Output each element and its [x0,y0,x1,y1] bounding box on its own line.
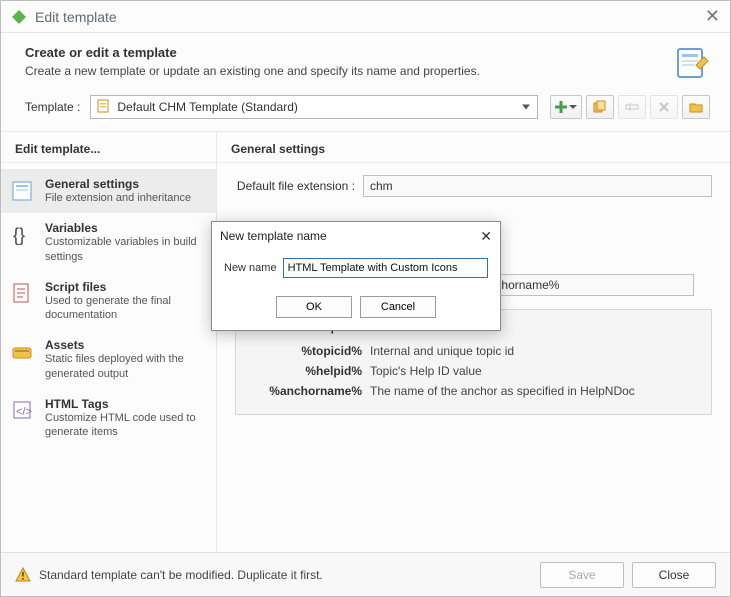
duplicate-template-button[interactable] [586,95,614,119]
dialog-close-button[interactable]: ✕ [480,228,492,245]
default-ext-input[interactable] [363,175,712,197]
titlebar: Edit template ✕ [1,1,730,33]
sub-row: %topicid% Internal and unique topic id [250,344,697,358]
window-close-button[interactable]: ✕ [705,6,720,27]
settings-icon [11,179,35,203]
assets-icon [11,340,35,364]
template-selector-row: Template : Default CHM Template (Standar… [1,95,730,131]
sidebar-item-scripts[interactable]: Script files Used to generate the final … [1,272,216,331]
header-subtitle: Create a new template or update an exist… [25,64,674,78]
save-button: Save [540,562,624,588]
sidebar-item-desc: Customize HTML code used to generate ite… [45,411,206,440]
sidebar-item-desc: Customizable variables in build settings [45,235,206,264]
sidebar-list: General settings File extension and inhe… [1,163,216,454]
dialog-ok-button[interactable]: OK [276,296,352,318]
close-button[interactable]: Close [632,562,716,588]
new-template-name-dialog: New template name ✕ New name OK Cancel [211,221,501,331]
footer: Standard template can't be modified. Dup… [1,552,730,596]
html-tags-icon: </> [11,399,35,423]
script-icon [11,282,35,306]
sub-key: %anchorname% [250,384,370,398]
template-toolbar [550,95,710,119]
sidebar-item-general[interactable]: General settings File extension and inhe… [1,169,216,213]
sidebar-item-variables[interactable]: {} Variables Customizable variables in b… [1,213,216,272]
braces-icon: {} [11,223,35,247]
template-file-icon [97,99,111,116]
dialog-titlebar: New template name ✕ [212,222,500,250]
open-folder-button[interactable] [682,95,710,119]
rename-template-button [618,95,646,119]
sub-val: The name of the anchor as specified in H… [370,384,697,398]
edit-template-window: Edit template ✕ Create or edit a templat… [0,0,731,597]
footer-warning: Standard template can't be modified. Dup… [39,568,532,582]
sidebar-heading: Edit template... [1,132,216,163]
sidebar-item-desc: File extension and inheritance [45,191,191,205]
main-panel: General settings Default file extension … [217,132,730,552]
window-title: Edit template [35,9,705,25]
template-edit-icon [674,45,710,81]
svg-text:</>: </> [16,406,32,418]
sidebar: Edit template... General settings File e… [1,132,217,552]
warning-icon [15,567,31,583]
row-default-ext: Default file extension : [235,175,712,197]
sidebar-item-assets[interactable]: Assets Static files deployed with the ge… [1,330,216,389]
default-ext-label: Default file extension : [235,179,363,193]
sidebar-item-desc: Static files deployed with the generated… [45,352,206,381]
sub-val: Topic's Help ID value [370,364,697,378]
template-combobox[interactable]: Default CHM Template (Standard) [90,95,538,119]
sidebar-item-label: Assets [45,338,206,352]
dialog-title: New template name [220,229,480,243]
dialog-name-row: New name [224,258,488,278]
sub-row: %anchorname% The name of the anchor as s… [250,384,697,398]
dialog-cancel-button[interactable]: Cancel [360,296,436,318]
template-selected: Default CHM Template (Standard) [117,100,298,114]
sub-val: Internal and unique topic id [370,344,697,358]
sub-key: %topicid% [250,344,370,358]
dialog-name-label: New name [224,262,277,274]
dialog-name-input[interactable] [283,258,488,278]
content-area: Edit template... General settings File e… [1,131,730,552]
sub-key: %helpid% [250,364,370,378]
delete-template-button [650,95,678,119]
add-template-button[interactable] [550,95,582,119]
app-icon [11,9,27,25]
sub-row: %helpid% Topic's Help ID value [250,364,697,378]
sidebar-item-label: Variables [45,221,206,235]
sidebar-item-label: HTML Tags [45,397,206,411]
page-header: Create or edit a template Create a new t… [1,33,730,95]
main-heading: General settings [217,132,730,163]
sidebar-item-label: General settings [45,177,191,191]
header-title: Create or edit a template [25,45,674,60]
sidebar-item-htmltags[interactable]: </> HTML Tags Customize HTML code used t… [1,389,216,448]
template-label: Template : [25,100,80,114]
sidebar-item-label: Script files [45,280,206,294]
sidebar-item-desc: Used to generate the final documentation [45,294,206,323]
svg-text:{}: {} [13,225,25,245]
